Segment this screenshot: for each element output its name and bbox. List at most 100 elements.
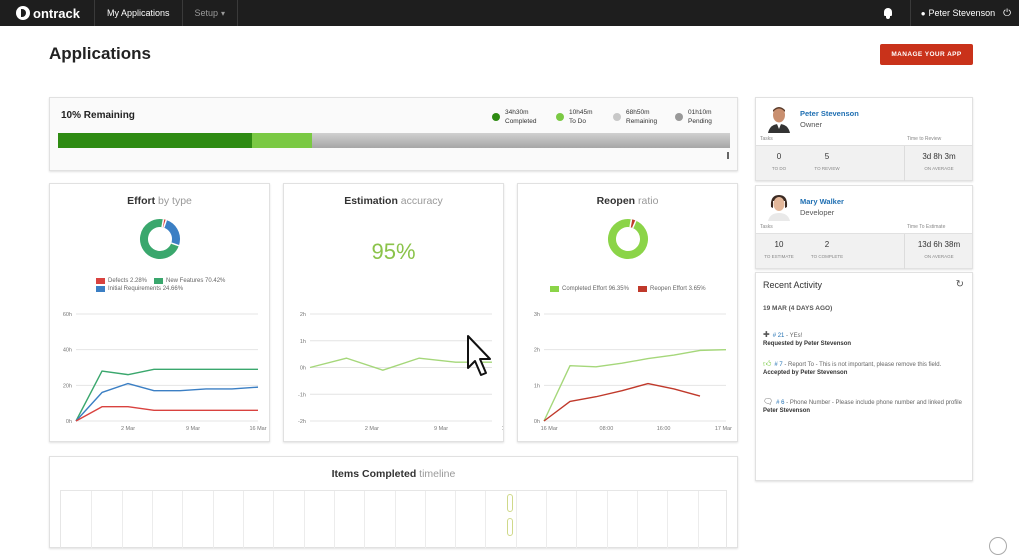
activity-item-link[interactable]: # 7 xyxy=(774,362,782,368)
x-tick-label: 17 Mar xyxy=(715,426,732,432)
person-role: Developer xyxy=(800,208,835,217)
stat-to-review: 5 TO REVIEW xyxy=(812,152,842,171)
progress-completed-segment xyxy=(58,133,252,148)
x-tick-label: 16:00 xyxy=(657,426,671,432)
bell-icon[interactable] xyxy=(882,7,894,19)
series-line-2 xyxy=(75,406,258,422)
pending-dot-icon xyxy=(675,113,683,121)
series-line-1 xyxy=(75,382,259,422)
manage-your-app-button[interactable]: MANAGE YOUR APP xyxy=(880,44,973,65)
estimation-percent: 95% xyxy=(371,239,416,264)
y-tick-label: 0h xyxy=(300,366,306,372)
x-tick-label: 16 Mar xyxy=(249,426,266,432)
page-title: Applications xyxy=(49,44,152,63)
stats-divider xyxy=(904,234,905,269)
stat-to-review-label: TO REVIEW xyxy=(814,166,840,171)
top-navbar: ontrack My Applications Setup ● Peter St… xyxy=(0,0,1019,26)
y-tick-label: 60h xyxy=(63,312,72,318)
stat-to-do-value: 0 xyxy=(776,152,782,161)
legend-reopen-effort: Reopen Effort 3.65% xyxy=(638,286,706,292)
person-stats: 0 TO DO 5 TO REVIEW 3d 8h 3m ON AVERAGE xyxy=(756,145,972,181)
timeline-column xyxy=(515,491,517,549)
series-line-1 xyxy=(543,382,701,422)
time-value: 13d 6h 38m xyxy=(917,240,961,249)
reopen-title: Reopen ratio xyxy=(518,195,737,207)
user-name: Peter Stevenson xyxy=(928,8,996,18)
person-card-mary-walker: Mary Walker Developer Tasks Time To Esti… xyxy=(755,185,973,269)
thumbs-up-icon: 👍︎ xyxy=(763,359,772,368)
user-menu[interactable]: ● Peter Stevenson ⏻ xyxy=(909,0,1019,26)
tasks-label: Tasks xyxy=(760,136,773,142)
timeline-column xyxy=(333,491,335,549)
timeline-grid xyxy=(60,490,727,549)
activity-date: 19 MAR (4 DAYS AGO) xyxy=(763,305,833,312)
y-tick-label: 2h xyxy=(300,312,306,318)
nav-my-applications[interactable]: My Applications xyxy=(95,0,183,26)
timeline-item-marker[interactable] xyxy=(507,494,513,512)
timeline-item-marker[interactable] xyxy=(507,518,513,536)
activity-text: - Phone Number - Please include phone nu… xyxy=(784,400,962,406)
new-features-swatch xyxy=(154,278,163,284)
initial-requirements-label: Initial Requirements 24.66% xyxy=(108,286,184,292)
y-tick-label: 20h xyxy=(63,383,72,389)
timeline-column xyxy=(546,491,548,549)
person-name[interactable]: Mary Walker xyxy=(800,197,844,206)
x-tick-label: 2 Mar xyxy=(365,426,379,432)
timeline-column xyxy=(394,491,396,549)
x-tick-label: 16 Mar xyxy=(502,426,503,432)
activity-entry: 🗨︎ # 6 - Phone Number - Please include ph… xyxy=(763,398,968,415)
estimation-title: Estimation accuracy xyxy=(284,195,503,207)
stat-to-estimate-value: 10 xyxy=(774,240,784,249)
stat-to-estimate-label: TO ESTIMATE xyxy=(764,254,794,259)
stat-to-estimate: 10 TO ESTIMATE xyxy=(762,240,796,259)
power-icon[interactable]: ⏻ xyxy=(1003,8,1011,19)
stat-time-to-review: 3d 8h 3m ON AVERAGE xyxy=(906,152,972,171)
time-value: 3d 8h 3m xyxy=(922,152,956,161)
x-tick-label: 08:00 xyxy=(600,426,614,432)
timeline-column xyxy=(637,491,639,549)
pending-value: 01h10m xyxy=(688,109,712,116)
timeline-column xyxy=(364,491,366,549)
help-circle-icon[interactable] xyxy=(989,537,1007,555)
brand-logo[interactable]: ontrack xyxy=(0,0,95,26)
x-tick-label: 9 Mar xyxy=(186,426,200,432)
reopen-title-main: Reopen xyxy=(596,195,636,207)
activity-item-link[interactable]: # 6 xyxy=(776,400,784,406)
y-tick-label: 2h xyxy=(534,348,540,354)
progress-todo-segment xyxy=(251,133,312,148)
person-name[interactable]: Peter Stevenson xyxy=(800,109,859,118)
timeline-column xyxy=(91,491,93,549)
initial-requirements-swatch xyxy=(96,286,105,292)
avatar[interactable] xyxy=(766,105,792,133)
stat-to-complete-value: 2 xyxy=(824,240,830,249)
legend-completed: 34h30m Completed xyxy=(492,108,536,126)
remaining-progress-bar xyxy=(58,133,730,148)
plus-icon: ✚ xyxy=(763,330,770,339)
activity-entry: 👍︎ # 7 - Report To - This is not importan… xyxy=(763,360,968,377)
comment-icon: 🗨︎ xyxy=(763,397,774,406)
activity-by: Accepted by Peter Stevenson xyxy=(763,370,848,376)
nav-setup-dropdown[interactable]: Setup xyxy=(183,0,239,26)
user-icon: ● xyxy=(920,8,926,18)
progress-end-tick xyxy=(727,152,729,159)
stat-to-complete-label: TO COMPLETE xyxy=(810,254,844,259)
completed-value: 34h30m xyxy=(505,109,529,116)
activity-item-link[interactable]: # 21 xyxy=(773,333,785,339)
timeline-column xyxy=(151,491,153,549)
timeline-column xyxy=(121,491,123,549)
y-tick-label: 40h xyxy=(63,348,72,354)
mouse-cursor-icon xyxy=(467,335,491,376)
items-completed-timeline-card: Items Completed timeline xyxy=(49,456,738,549)
legend-todo: 10h45m To Do xyxy=(556,108,593,126)
x-tick-label: 2 Mar xyxy=(121,426,135,432)
avatar[interactable] xyxy=(766,193,792,221)
effort-title-muted: by type xyxy=(158,195,192,207)
activity-text: - YEs! xyxy=(784,333,803,339)
y-tick-label: 1h xyxy=(534,383,540,389)
legend-initial-requirements: Initial Requirements 24.66% xyxy=(96,286,183,292)
refresh-icon[interactable]: ↻ xyxy=(956,279,964,290)
person-stats: 10 TO ESTIMATE 2 TO COMPLETE 13d 6h 38m ON … xyxy=(756,233,972,269)
completed-label: Completed xyxy=(505,118,537,125)
tasks-label: Tasks xyxy=(760,224,773,230)
time-label: ON AVERAGE xyxy=(924,166,954,171)
